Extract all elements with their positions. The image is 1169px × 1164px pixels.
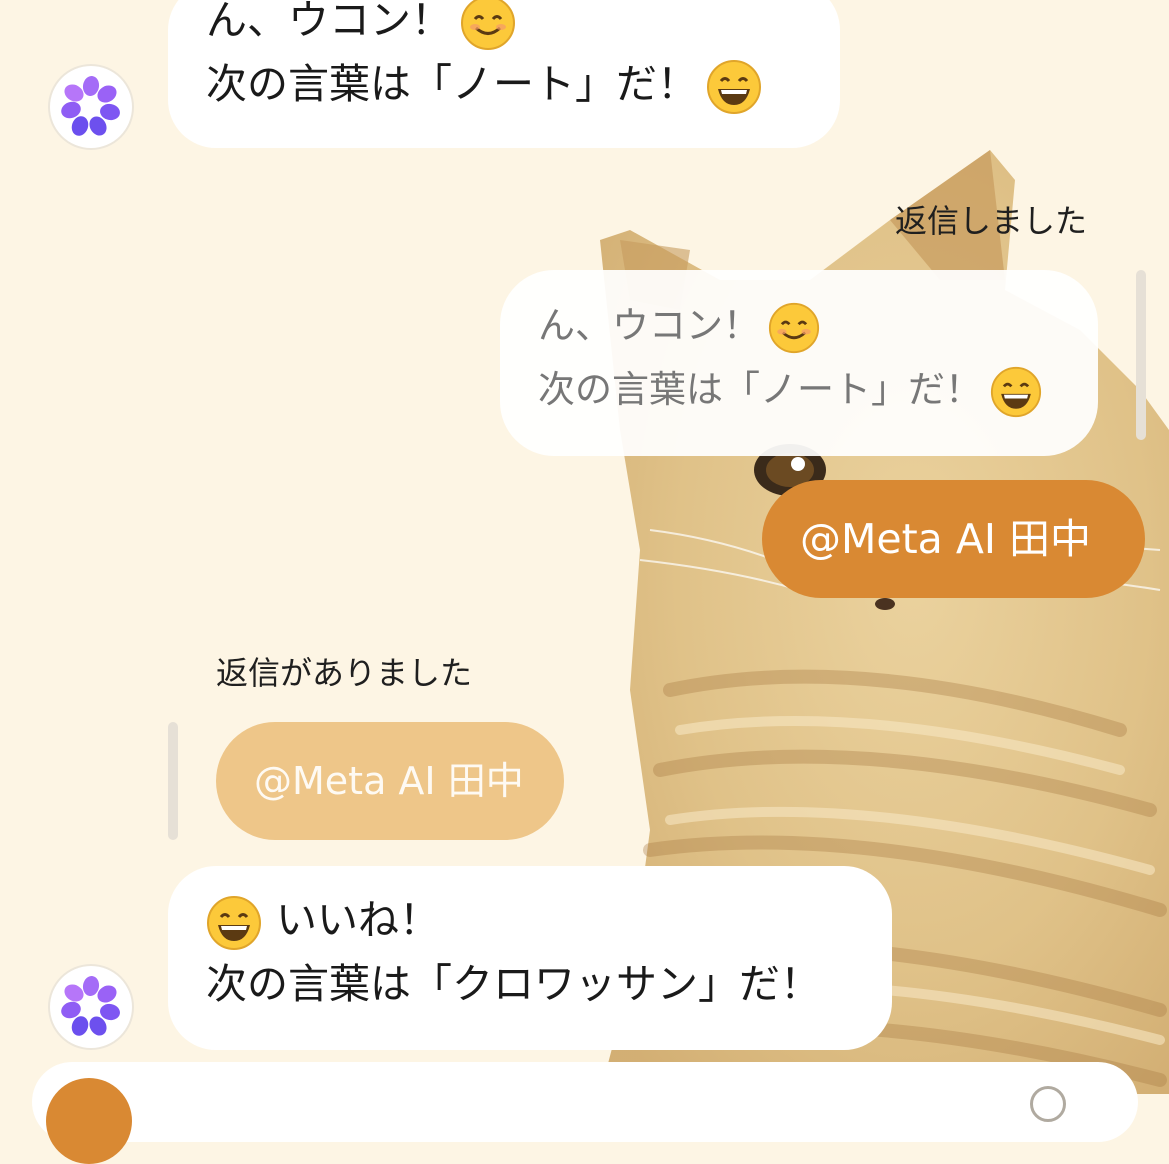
meta-ai-avatar-icon[interactable] bbox=[50, 66, 132, 148]
smiling-face-icon bbox=[768, 302, 820, 354]
smiling-face-icon bbox=[460, 0, 516, 51]
meta-ai-avatar-icon[interactable] bbox=[50, 966, 132, 1048]
quote-bar bbox=[1136, 270, 1146, 440]
reply-status-label: 返信しました bbox=[895, 202, 1088, 240]
reply-status-label: 返信がありました bbox=[216, 654, 473, 692]
composer-action-icon[interactable] bbox=[1030, 1086, 1066, 1122]
quote-bar bbox=[168, 722, 178, 840]
grinning-face-icon bbox=[706, 59, 762, 115]
quoted-line: 次の言葉は「ノート」だ！ bbox=[538, 358, 1058, 422]
message-line: 次の言葉は「クロワッサン」だ！ bbox=[206, 960, 821, 1008]
message-bubble-incoming[interactable]: いいね！ 次の言葉は「クロワッサン」だ！ bbox=[168, 866, 892, 1050]
user-avatar[interactable] bbox=[46, 1078, 132, 1164]
grinning-face-icon bbox=[206, 895, 262, 951]
message-line: ん、ウコン！ bbox=[206, 0, 800, 52]
message-line: 次の言葉は「ノート」だ！ bbox=[206, 52, 800, 116]
grinning-face-icon bbox=[990, 366, 1042, 418]
quoted-message[interactable]: @Meta AI 田中 bbox=[216, 722, 564, 840]
quoted-line: ん、ウコン！ bbox=[538, 294, 1058, 358]
message-line: いいね！ bbox=[206, 888, 852, 952]
message-composer[interactable] bbox=[32, 1062, 1138, 1142]
quoted-message[interactable]: ん、ウコン！ 次の言葉は「ノート」だ！ bbox=[500, 270, 1098, 456]
message-bubble-incoming[interactable]: ん、ウコン！ 次の言葉は「ノート」だ！ bbox=[168, 0, 840, 148]
message-bubble-outgoing[interactable]: @Meta AI 田中 bbox=[762, 480, 1145, 598]
